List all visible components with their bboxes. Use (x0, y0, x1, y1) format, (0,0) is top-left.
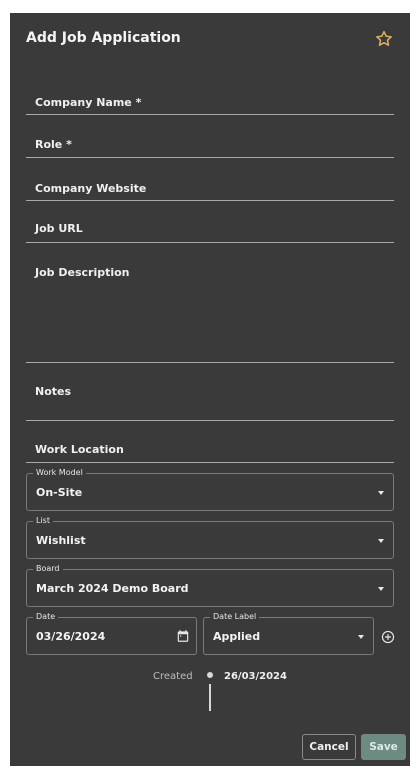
company-website-field[interactable]: Company Website (26, 176, 394, 201)
list-select[interactable]: List Wishlist (26, 516, 394, 559)
work-model-legend: Work Model (33, 468, 86, 478)
company-name-field[interactable]: Company Name * (26, 91, 394, 115)
chevron-down-icon (378, 587, 384, 591)
dialog-title: Add Job Application (26, 30, 181, 46)
add-circle-icon[interactable] (381, 630, 395, 644)
list-legend: List (33, 516, 53, 526)
date-label-value: Applied (213, 630, 261, 643)
created-date: 26/03/2024 (224, 671, 287, 682)
notes-label: Notes (35, 385, 72, 398)
list-value: Wishlist (36, 534, 86, 547)
chevron-down-icon (358, 635, 364, 639)
notes-field[interactable]: Notes (26, 381, 394, 421)
save-button[interactable]: Save (361, 734, 406, 760)
cancel-button[interactable]: Cancel (302, 734, 356, 760)
job-url-field[interactable]: Job URL (26, 219, 394, 243)
work-model-select[interactable]: Work Model On-Site (26, 468, 394, 511)
timeline-connector (209, 684, 211, 711)
work-model-value: On-Site (36, 486, 83, 499)
created-label: Created (153, 671, 193, 682)
timeline-dot (207, 672, 213, 678)
chevron-down-icon (378, 491, 384, 495)
calendar-icon[interactable] (176, 629, 190, 643)
date-label-legend: Date Label (210, 612, 260, 622)
date-value: 03/26/2024 (36, 630, 106, 643)
company-website-label: Company Website (35, 182, 147, 195)
date-legend: Date (33, 612, 59, 622)
date-input[interactable]: Date 03/26/2024 (26, 612, 197, 655)
board-legend: Board (33, 564, 63, 574)
work-location-label: Work Location (35, 443, 124, 456)
star-outline-icon[interactable] (374, 29, 394, 49)
date-label-select[interactable]: Date Label Applied (203, 612, 374, 655)
company-name-label: Company Name * (35, 96, 142, 109)
job-url-label: Job URL (35, 222, 83, 235)
work-location-field[interactable]: Work Location (26, 439, 394, 463)
job-description-field[interactable]: Job Description (26, 261, 394, 363)
add-job-dialog: Add Job Application Company Name * Role … (10, 13, 410, 766)
role-label: Role * (35, 138, 72, 151)
job-description-label: Job Description (35, 266, 130, 279)
board-select[interactable]: Board March 2024 Demo Board (26, 564, 394, 607)
board-value: March 2024 Demo Board (36, 582, 189, 595)
role-field[interactable]: Role * (26, 133, 394, 158)
chevron-down-icon (378, 539, 384, 543)
